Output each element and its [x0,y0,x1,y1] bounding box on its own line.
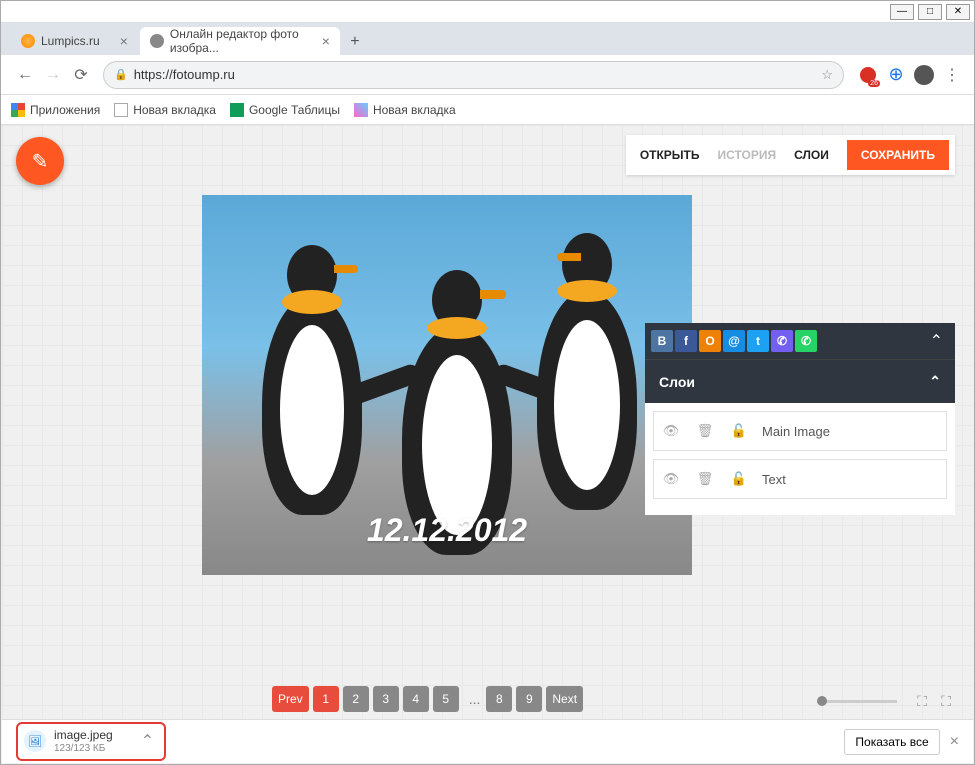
eye-icon[interactable]: 👁 [654,423,688,439]
twitter-icon[interactable]: t [747,330,769,352]
fullscreen-icon[interactable]: ⛶ [937,692,955,710]
pagination: Prev 1 2 3 4 5 ... 8 9 Next [272,686,587,712]
window-close-button[interactable]: ✕ [946,4,970,20]
chevron-up-icon[interactable]: ⌃ [141,731,154,751]
fit-icon[interactable]: ⛶ [913,692,931,710]
edit-fab-button[interactable]: ✎ [16,137,64,185]
trash-icon[interactable]: 🗑 [688,471,722,487]
apps-icon [11,103,25,117]
layer-name: Text [762,472,786,487]
zoom-controls: ⛶ ⛶ [817,692,955,710]
vk-icon[interactable]: B [651,330,673,352]
history-button[interactable]: ИСТОРИЯ [718,148,777,162]
bookmark-sheets[interactable]: Google Таблицы [230,103,340,117]
maximize-button[interactable]: □ [918,4,942,20]
forward-button[interactable]: → [39,61,67,89]
globe-icon[interactable]: ⊕ [884,63,908,87]
page-icon [354,103,368,117]
minimize-button[interactable]: — [890,4,914,20]
extension-icon[interactable]: 26 [856,63,880,87]
eye-icon[interactable]: 👁 [654,471,688,487]
layers-list: 👁 🗑 🔓 Main Image 👁 🗑 🔓 Text [645,403,955,515]
zoom-slider[interactable] [817,700,897,703]
reload-button[interactable]: ⟳ [67,61,95,89]
save-button[interactable]: СОХРАНИТЬ [847,140,949,170]
bookmarks-bar: Приложения Новая вкладка Google Таблицы … [1,95,974,125]
address-bar: ← → ⟳ 🔒 https://fotoump.ru ☆ 26 ⊕ ⋮ [1,55,974,95]
ok-icon[interactable]: O [699,330,721,352]
download-size: 123/123 КБ [54,743,113,755]
image-canvas[interactable]: 12.12.2012 [202,195,692,575]
show-all-button[interactable]: Показать все [844,729,939,755]
pencil-icon: ✎ [32,149,49,174]
editor-workspace: ✎ ОТКРЫТЬ ИСТОРИЯ СЛОИ СОХРАНИТЬ [2,125,973,718]
layers-panel-header[interactable]: Слои ⌃ [645,359,955,403]
url-input[interactable]: 🔒 https://fotoump.ru ☆ [103,61,844,89]
layer-item[interactable]: 👁 🗑 🔓 Text [653,459,947,499]
favicon-icon [21,34,35,48]
apps-bookmark[interactable]: Приложения [11,103,100,117]
layer-item[interactable]: 👁 🗑 🔓 Main Image [653,411,947,451]
page-icon [114,103,128,117]
page-1[interactable]: 1 [313,686,339,712]
tab-title: Lumpics.ru [41,34,100,48]
lock-icon[interactable]: 🔓 [722,471,756,487]
sheets-icon [230,103,244,117]
page-5[interactable]: 5 [433,686,459,712]
whatsapp-icon[interactable]: ✆ [795,330,817,352]
page-9[interactable]: 9 [516,686,542,712]
badge-count: 26 [868,80,880,87]
close-shelf-button[interactable]: × [950,733,959,751]
lock-icon[interactable]: 🔓 [722,423,756,439]
favicon-icon [150,34,164,48]
page-2[interactable]: 2 [343,686,369,712]
chevron-up-icon[interactable]: ⌃ [929,373,941,390]
close-icon[interactable]: × [120,33,128,49]
next-button[interactable]: Next [546,686,583,712]
tab-strip: Lumpics.ru × Онлайн редактор фото изобра… [1,23,974,55]
new-tab-button[interactable]: + [342,29,368,55]
profile-avatar[interactable] [912,63,936,87]
editor-toolbar: ОТКРЫТЬ ИСТОРИЯ СЛОИ СОХРАНИТЬ [626,135,955,175]
share-row: B f O @ t ✆ ✆ ⌃ [645,323,955,359]
page-ellipsis: ... [469,691,481,707]
facebook-icon[interactable]: f [675,330,697,352]
side-panel: B f O @ t ✆ ✆ ⌃ Слои ⌃ 👁 🗑 🔓 Main Image [645,323,955,515]
url-text: https://fotoump.ru [134,67,235,82]
page-4[interactable]: 4 [403,686,429,712]
close-icon[interactable]: × [322,33,330,49]
layer-name: Main Image [762,424,830,439]
page-3[interactable]: 3 [373,686,399,712]
bookmark-newtab1[interactable]: Новая вкладка [114,103,216,117]
page-8[interactable]: 8 [486,686,512,712]
browser-tab-fotoump[interactable]: Онлайн редактор фото изобра... × [140,27,340,55]
menu-icon[interactable]: ⋮ [940,63,964,87]
tab-title: Онлайн редактор фото изобра... [170,27,302,55]
download-text: image.jpeg 123/123 КБ [54,728,113,754]
window-title-bar: — □ ✕ [1,1,974,23]
viber-icon[interactable]: ✆ [771,330,793,352]
open-button[interactable]: ОТКРЫТЬ [640,148,700,162]
layers-button[interactable]: СЛОИ [794,148,829,162]
download-filename: image.jpeg [54,728,113,742]
image-file-icon: 🖼 [24,730,46,752]
download-shelf: 🖼 image.jpeg 123/123 КБ ⌃ Показать все × [2,719,973,763]
back-button[interactable]: ← [11,61,39,89]
prev-button[interactable]: Prev [272,686,309,712]
download-item[interactable]: 🖼 image.jpeg 123/123 КБ ⌃ [16,722,166,760]
watermark-text: 12.12.2012 [367,512,527,549]
lock-icon: 🔒 [114,68,128,81]
bookmark-newtab2[interactable]: Новая вкладка [354,103,456,117]
chevron-up-icon[interactable]: ⌃ [930,331,943,351]
trash-icon[interactable]: 🗑 [688,423,722,439]
star-icon[interactable]: ☆ [821,67,833,83]
browser-tab-lumpics[interactable]: Lumpics.ru × [11,27,138,55]
mailru-icon[interactable]: @ [723,330,745,352]
